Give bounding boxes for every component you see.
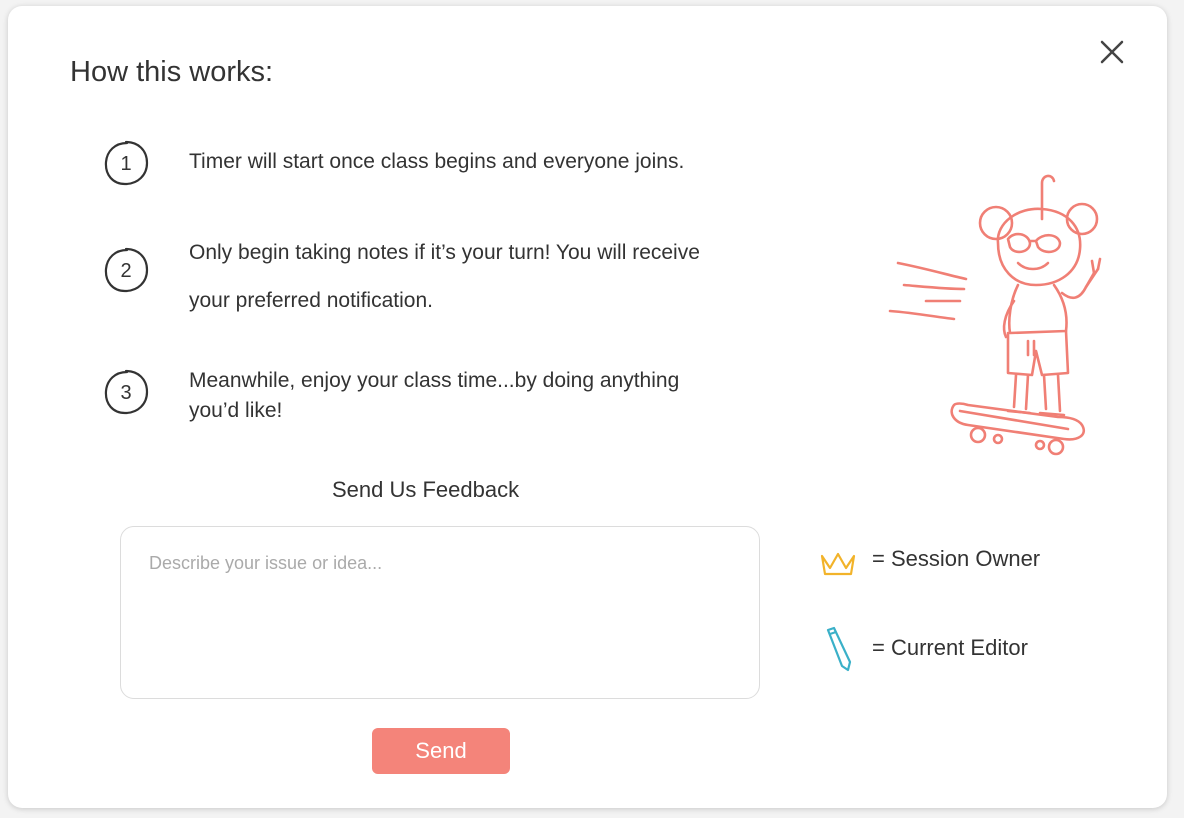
session-owner-label: = Session Owner bbox=[872, 546, 1041, 571]
pencil-icon bbox=[826, 626, 852, 672]
close-icon[interactable] bbox=[1094, 34, 1130, 70]
step-2-text-line2: your preferred notification. bbox=[189, 289, 433, 312]
how-it-works-modal: How this works: 1 Timer will start once … bbox=[8, 6, 1167, 808]
feedback-title: Send Us Feedback bbox=[332, 477, 520, 502]
step-2-text-line1: Only begin taking notes if it’s your tur… bbox=[189, 241, 700, 264]
step-3-text-line1: Meanwhile, enjoy your class time...by do… bbox=[189, 369, 680, 392]
step-2-number-icon: 2 bbox=[104, 247, 149, 293]
step-3-number: 3 bbox=[120, 382, 131, 404]
step-1-number: 1 bbox=[120, 153, 131, 175]
skateboard-mascot-illustration bbox=[888, 174, 1102, 456]
step-1-text: Timer will start once class begins and e… bbox=[189, 150, 685, 173]
step-3-text-line2: you’d like! bbox=[189, 399, 283, 422]
modal-title: How this works: bbox=[70, 56, 274, 88]
step-3-number-icon: 3 bbox=[104, 369, 149, 415]
feedback-textarea[interactable] bbox=[120, 526, 760, 699]
send-button[interactable]: Send bbox=[372, 728, 510, 774]
step-2-number: 2 bbox=[120, 260, 131, 282]
crown-icon bbox=[820, 552, 856, 576]
step-1-number-icon: 1 bbox=[104, 140, 149, 186]
current-editor-label: = Current Editor bbox=[872, 635, 1028, 660]
